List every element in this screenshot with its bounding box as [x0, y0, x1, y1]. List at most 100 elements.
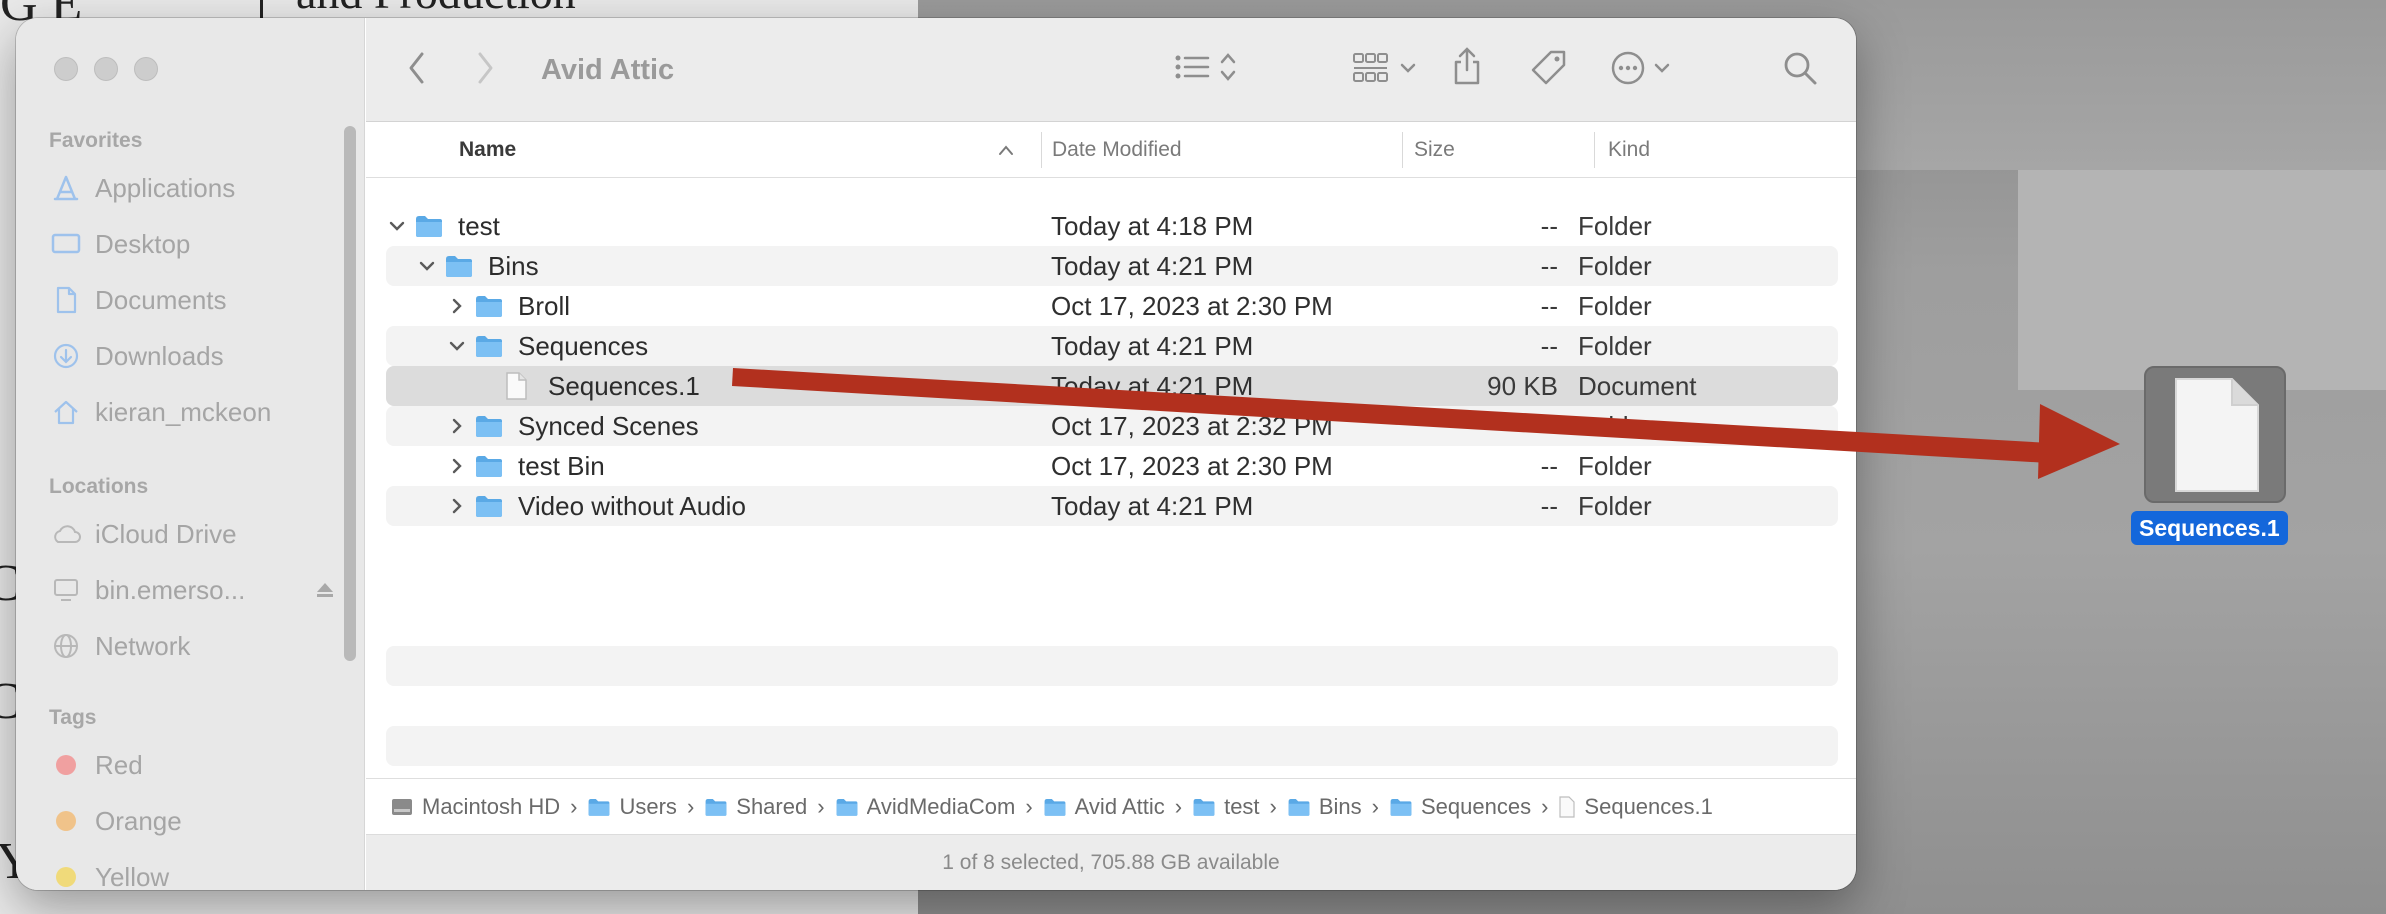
file-row[interactable]: Broll Oct 17, 2023 at 2:30 PM -- Folder	[386, 286, 1838, 326]
path-separator-icon: ›	[1174, 793, 1183, 819]
path-crumb[interactable]: test	[1192, 794, 1260, 820]
folder-icon	[1044, 798, 1066, 816]
column-header-name[interactable]: Name	[459, 122, 1029, 178]
sidebar-item-documents[interactable]: Documents	[49, 280, 339, 320]
file-row[interactable]: test Bin Oct 17, 2023 at 2:30 PM -- Folder	[386, 446, 1838, 486]
file-list: test Today at 4:18 PM -- Folder Bins Today at…	[366, 178, 1856, 846]
file-kind: Folder	[1578, 290, 1652, 321]
column-separator[interactable]	[1041, 132, 1042, 168]
file-row[interactable]: Video without Audio Today at 4:21 PM -- Fol…	[386, 486, 1838, 526]
column-header-date[interactable]: Date Modified	[1052, 122, 1402, 178]
file-row[interactable]: Bins Today at 4:21 PM -- Folder	[386, 246, 1838, 286]
sidebar-item-tag-orange[interactable]: Orange	[49, 801, 339, 841]
column-separator[interactable]	[1402, 132, 1403, 168]
disclosure-toggle[interactable]	[446, 486, 468, 526]
desktop-icon	[49, 232, 83, 256]
file-row[interactable]: Sequences Today at 4:21 PM -- Folder	[386, 326, 1838, 366]
disclosure-toggle[interactable]	[446, 326, 468, 366]
folder-icon	[1193, 798, 1215, 816]
path-separator-icon: ›	[1025, 793, 1033, 819]
chevron-right-icon	[478, 52, 493, 84]
folder-icon	[836, 798, 857, 816]
disclosure-toggle[interactable]	[416, 246, 438, 286]
file-date: Today at 4:21 PM	[1051, 370, 1254, 401]
orange-tag-icon	[56, 811, 76, 831]
column-header-size[interactable]: Size	[1414, 122, 1594, 178]
path-separator-icon: ›	[1371, 793, 1379, 819]
disk-icon	[392, 798, 412, 815]
network-icon	[49, 632, 83, 660]
folder-icon-wrap	[474, 326, 504, 366]
file-date: Today at 4:21 PM	[1051, 490, 1254, 521]
file-name: Synced Scenes	[518, 410, 699, 441]
column-header-kind[interactable]: Kind	[1608, 122, 1808, 178]
path-bar: Macintosh HD › Users › Shared › AvidMediaCom › A…	[366, 778, 1856, 834]
dragged-file-proxy[interactable]	[2144, 366, 2286, 503]
group-grid-icon	[1353, 53, 1388, 82]
path-crumb[interactable]: Users	[587, 794, 677, 820]
file-row[interactable]: Synced Scenes Oct 17, 2023 at 2:32 PM -- Fo…	[386, 406, 1838, 446]
folder-icon	[446, 256, 472, 277]
sidebar-item-server[interactable]: bin.emerso...	[49, 570, 339, 610]
path-separator-icon: ›	[686, 793, 695, 819]
file-kind: Folder	[1578, 330, 1652, 361]
window-title: Avid Attic	[541, 53, 675, 86]
sidebar-item-downloads[interactable]: Downloads	[49, 336, 339, 376]
share-icon	[1454, 47, 1480, 85]
column-header-name-label: Name	[459, 138, 517, 161]
close-window-button[interactable]	[54, 57, 78, 81]
folder-icon-wrap	[474, 486, 504, 526]
sidebar-item-home[interactable]: kieran_mckeon	[49, 392, 339, 432]
file-row[interactable]: Sequences.1 Today at 4:21 PM 90 KB Document	[386, 366, 1838, 406]
file-name: Sequences	[518, 330, 649, 361]
sidebar-item-desktop[interactable]: Desktop	[49, 224, 339, 264]
eject-icon[interactable]	[315, 575, 335, 606]
folder-icon	[1288, 798, 1310, 816]
tag-red-dot	[49, 755, 83, 775]
file-row[interactable]: test Today at 4:18 PM -- Folder	[386, 206, 1838, 246]
downloads-icon	[49, 342, 83, 370]
share-button[interactable]	[1451, 46, 1483, 86]
tag-yellow-dot	[49, 867, 83, 887]
back-button[interactable]	[406, 50, 428, 86]
folder-icon	[476, 456, 502, 477]
disclosure-toggle[interactable]	[386, 206, 408, 246]
file-kind: Folder	[1578, 450, 1652, 481]
folder-icon	[476, 296, 502, 317]
file-date: Today at 4:21 PM	[1051, 330, 1254, 361]
group-button[interactable]	[1352, 52, 1416, 84]
path-crumb[interactable]: Bins	[1287, 794, 1362, 820]
column-header-kind-label: Kind	[1608, 138, 1651, 161]
path-crumb[interactable]: AvidMediaCom	[835, 794, 1015, 820]
zoom-window-button[interactable]	[134, 57, 158, 81]
path-crumb[interactable]: Sequences	[1389, 794, 1531, 820]
sidebar-scrollbar[interactable]	[344, 126, 356, 661]
disclosure-toggle[interactable]	[446, 286, 468, 326]
path-crumb[interactable]: Sequences.1	[1558, 794, 1713, 820]
sidebar-item-tag-yellow[interactable]: Yellow	[49, 857, 339, 890]
disclosure-toggle[interactable]	[446, 446, 468, 486]
sidebar-item-applications[interactable]: Applications	[49, 168, 339, 208]
sidebar-item-tag-red[interactable]: Red	[49, 745, 339, 785]
path-crumb[interactable]: Avid Attic	[1043, 794, 1165, 820]
file-date: Today at 4:18 PM	[1051, 210, 1254, 241]
sidebar-item-icloud-drive[interactable]: iCloud Drive	[49, 514, 339, 554]
minimize-window-button[interactable]	[94, 57, 118, 81]
column-separator[interactable]	[1594, 132, 1595, 168]
view-options-button[interactable]	[1174, 52, 1236, 82]
sidebar-item-network[interactable]: Network	[49, 626, 339, 666]
more-actions-button[interactable]	[1610, 50, 1670, 86]
background-divider	[260, 0, 263, 20]
file-size: --	[1540, 410, 1558, 441]
tag-button[interactable]	[1529, 48, 1569, 88]
column-header-bar: Name Date Modified Size Kind	[366, 122, 1856, 178]
disclosure-toggle[interactable]	[446, 406, 468, 446]
file-name: Bins	[488, 250, 539, 281]
search-button[interactable]	[1782, 50, 1818, 86]
document-icon	[49, 286, 83, 314]
forward-button[interactable]	[474, 50, 496, 86]
path-crumb[interactable]: Shared	[704, 794, 807, 820]
chevron-down-icon	[1654, 63, 1670, 73]
file-size: --	[1540, 290, 1558, 321]
path-crumb[interactable]: Macintosh HD	[390, 794, 560, 820]
